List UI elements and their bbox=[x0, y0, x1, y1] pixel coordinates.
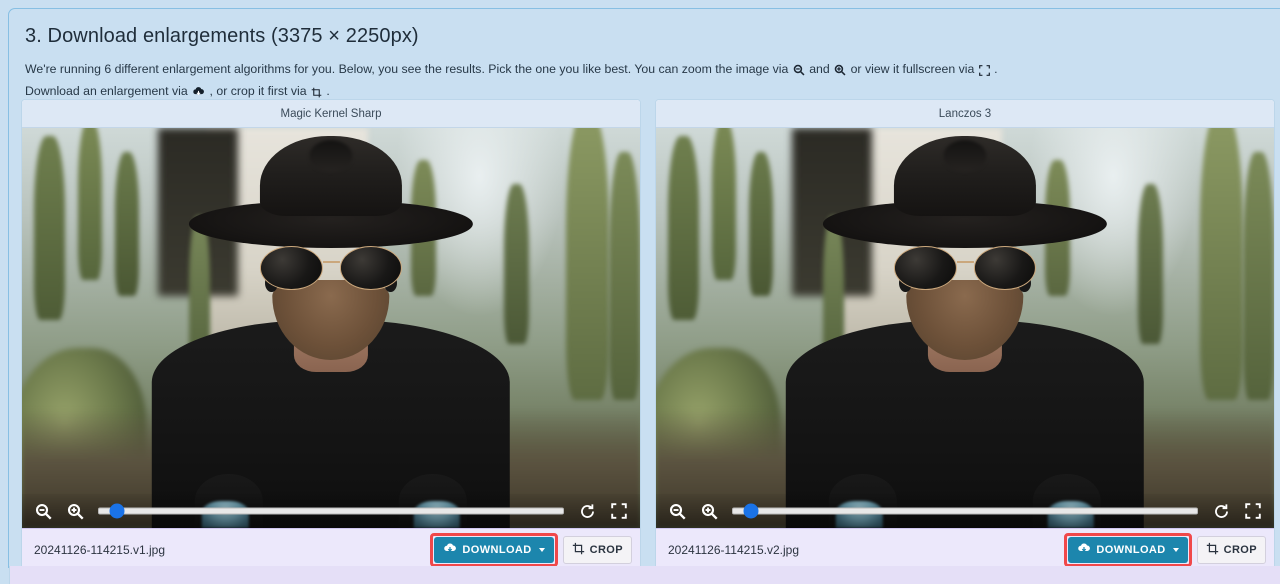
reset-icon[interactable] bbox=[576, 500, 598, 522]
zoom-slider-track[interactable] bbox=[98, 507, 564, 515]
zoom-in-icon bbox=[834, 63, 846, 82]
download-button[interactable]: DOWNLOAD bbox=[434, 536, 554, 563]
step-description: We're running 6 different enlargement al… bbox=[25, 60, 1268, 104]
zoom-out-icon[interactable] bbox=[666, 500, 688, 522]
chevron-down-icon bbox=[1172, 547, 1179, 552]
zoom-slider[interactable] bbox=[732, 500, 1198, 522]
fullscreen-icon[interactable] bbox=[608, 500, 630, 522]
description-line2-text-1: Download an enlargement via bbox=[25, 84, 188, 98]
fullscreen-icon bbox=[978, 63, 990, 82]
filename-label: 20241126-114215.v1.jpg bbox=[34, 542, 166, 557]
download-button-label: DOWNLOAD bbox=[462, 543, 532, 556]
description-period-1: . bbox=[994, 62, 998, 76]
result-panel-magic-kernel-sharp: Magic Kernel Sharp 20241126-114215.v1.jp… bbox=[21, 99, 641, 571]
description-period-2: . bbox=[326, 84, 330, 98]
enlarged-photo bbox=[22, 128, 640, 528]
result-panel-lanczos-3: Lanczos 3 20241126-114215.v2.jpg DOWNLOA… bbox=[655, 99, 1275, 571]
step-card: 3. Download enlargements (3375 × 2250px)… bbox=[8, 8, 1280, 571]
zoom-out-icon[interactable] bbox=[32, 500, 54, 522]
description-text-and: and bbox=[809, 62, 830, 76]
zoom-slider-thumb[interactable] bbox=[743, 503, 759, 519]
crop-icon bbox=[572, 542, 585, 558]
algorithm-name: Magic Kernel Sharp bbox=[280, 107, 382, 120]
panel-header: Lanczos 3 bbox=[656, 100, 1274, 128]
download-highlight-box: DOWNLOAD bbox=[430, 532, 558, 567]
description-text-2: or view it fullscreen via bbox=[850, 62, 975, 76]
panel-header: Magic Kernel Sharp bbox=[22, 100, 640, 128]
page-title: 3. Download enlargements (3375 × 2250px) bbox=[25, 25, 419, 47]
viewport-toolbar bbox=[656, 494, 1274, 528]
footer-actions: DOWNLOAD CROP bbox=[1064, 532, 1266, 567]
viewport-toolbar bbox=[22, 494, 640, 528]
download-button[interactable]: DOWNLOAD bbox=[1068, 536, 1188, 563]
zoom-slider-track[interactable] bbox=[732, 507, 1198, 515]
cloud-download-icon bbox=[1077, 541, 1091, 558]
page-root: 3. Download enlargements (3375 × 2250px)… bbox=[0, 0, 1280, 584]
crop-button[interactable]: CROP bbox=[562, 535, 632, 564]
enlarged-photo bbox=[656, 128, 1274, 528]
panel-footer: 20241126-114215.v2.jpg DOWNLOAD CROP bbox=[656, 528, 1274, 570]
cloud-download-icon bbox=[443, 541, 457, 558]
description-line2-text-2: , or crop it first via bbox=[209, 84, 307, 98]
zoom-in-icon[interactable] bbox=[64, 500, 86, 522]
crop-button[interactable]: CROP bbox=[1196, 535, 1266, 564]
crop-icon bbox=[1206, 542, 1219, 558]
zoom-out-icon bbox=[793, 63, 805, 82]
chevron-down-icon bbox=[538, 547, 545, 552]
zoom-slider[interactable] bbox=[98, 500, 564, 522]
image-viewport[interactable] bbox=[656, 128, 1274, 528]
zoom-slider-thumb[interactable] bbox=[109, 503, 125, 519]
algorithm-name: Lanczos 3 bbox=[938, 107, 992, 120]
panel-footer: 20241126-114215.v1.jpg DOWNLOAD CROP bbox=[22, 528, 640, 570]
download-highlight-box: DOWNLOAD bbox=[1064, 532, 1192, 567]
download-button-label: DOWNLOAD bbox=[1096, 543, 1166, 556]
zoom-in-icon[interactable] bbox=[698, 500, 720, 522]
description-text-1: We're running 6 different enlargement al… bbox=[25, 62, 789, 76]
footer-actions: DOWNLOAD CROP bbox=[430, 532, 632, 567]
filename-label: 20241126-114215.v2.jpg bbox=[668, 542, 800, 557]
page-bottom-strip bbox=[9, 566, 1280, 584]
results-panels: Magic Kernel Sharp 20241126-114215.v1.jp… bbox=[21, 99, 1279, 571]
crop-button-label: CROP bbox=[1223, 543, 1257, 556]
fullscreen-icon[interactable] bbox=[1242, 500, 1264, 522]
image-viewport[interactable] bbox=[22, 128, 640, 528]
crop-button-label: CROP bbox=[589, 543, 623, 556]
reset-icon[interactable] bbox=[1210, 500, 1232, 522]
